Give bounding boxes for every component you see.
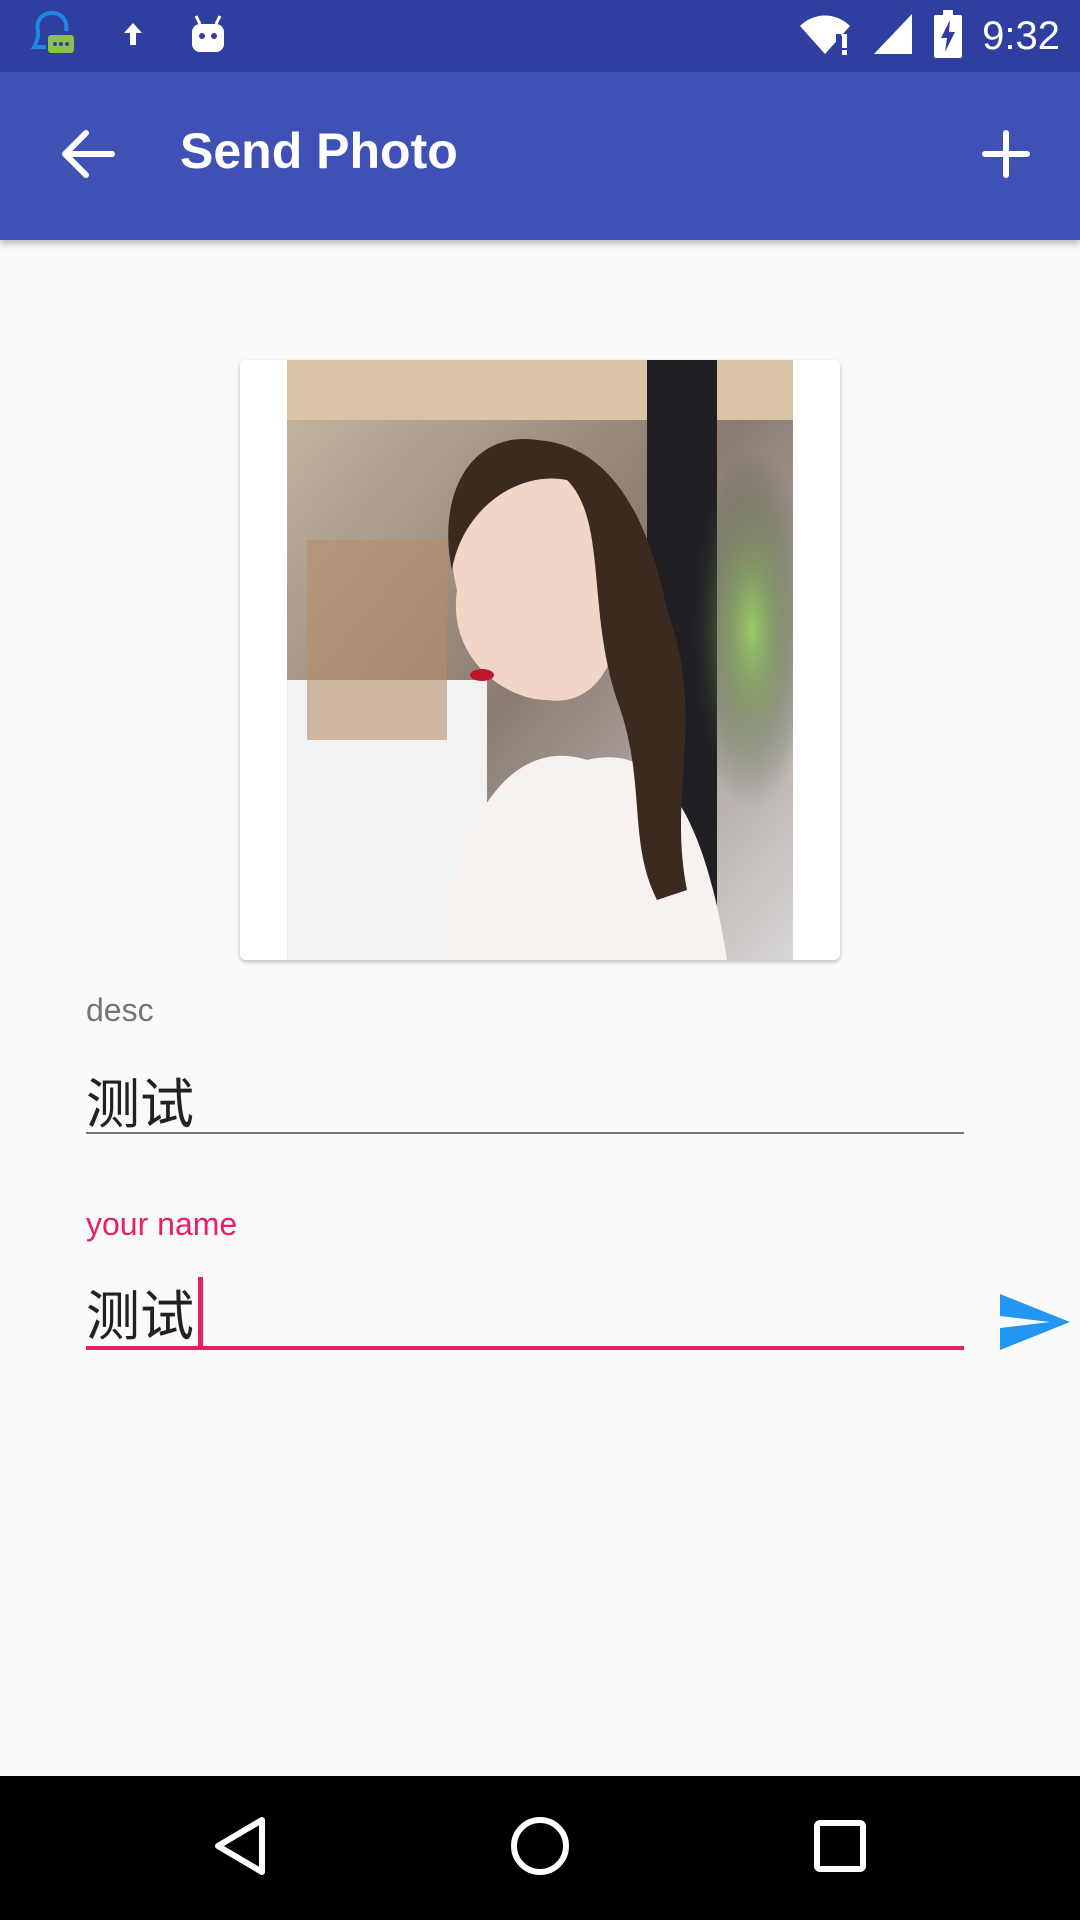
desc-underline (86, 1132, 964, 1134)
nav-home-button[interactable] (490, 1798, 590, 1898)
send-button[interactable] (996, 1290, 1076, 1366)
nav-recents-button[interactable] (790, 1798, 890, 1898)
system-status-icons: 9:32 (798, 0, 1060, 72)
name-label: your name (86, 1206, 238, 1242)
navigation-bar (0, 1776, 1080, 1920)
desc-label: desc (86, 992, 154, 1028)
arrow-back-icon (60, 129, 116, 183)
plus-icon (981, 129, 1031, 183)
text-cursor (198, 1276, 203, 1347)
desc-input[interactable]: 测试 (86, 1060, 194, 1139)
chat-app-icon (30, 9, 78, 63)
name-input-text: 测试 (86, 1285, 194, 1348)
notification-icons (30, 10, 228, 62)
name-underline (86, 1346, 964, 1350)
status-bar: 9:32 (0, 0, 1080, 72)
send-icon (996, 1294, 1072, 1358)
app-bar: Send Photo (0, 72, 1080, 240)
battery-charging-icon (934, 10, 963, 62)
recents-square-icon (812, 1818, 868, 1878)
photo-card[interactable] (240, 360, 840, 960)
android-robot-icon (188, 12, 228, 60)
back-button[interactable] (48, 116, 128, 196)
home-circle-icon (508, 1814, 572, 1882)
status-time: 9:32 (982, 13, 1060, 58)
photo-image (287, 360, 793, 960)
upload-arrow-icon (118, 19, 148, 53)
cell-signal-icon (872, 12, 914, 60)
wifi-icon (798, 12, 852, 60)
back-triangle-icon (210, 1814, 270, 1882)
nav-back-button[interactable] (190, 1798, 290, 1898)
page-title: Send Photo (180, 123, 458, 179)
name-input[interactable]: 测试 (86, 1272, 203, 1351)
add-button[interactable] (966, 116, 1046, 196)
